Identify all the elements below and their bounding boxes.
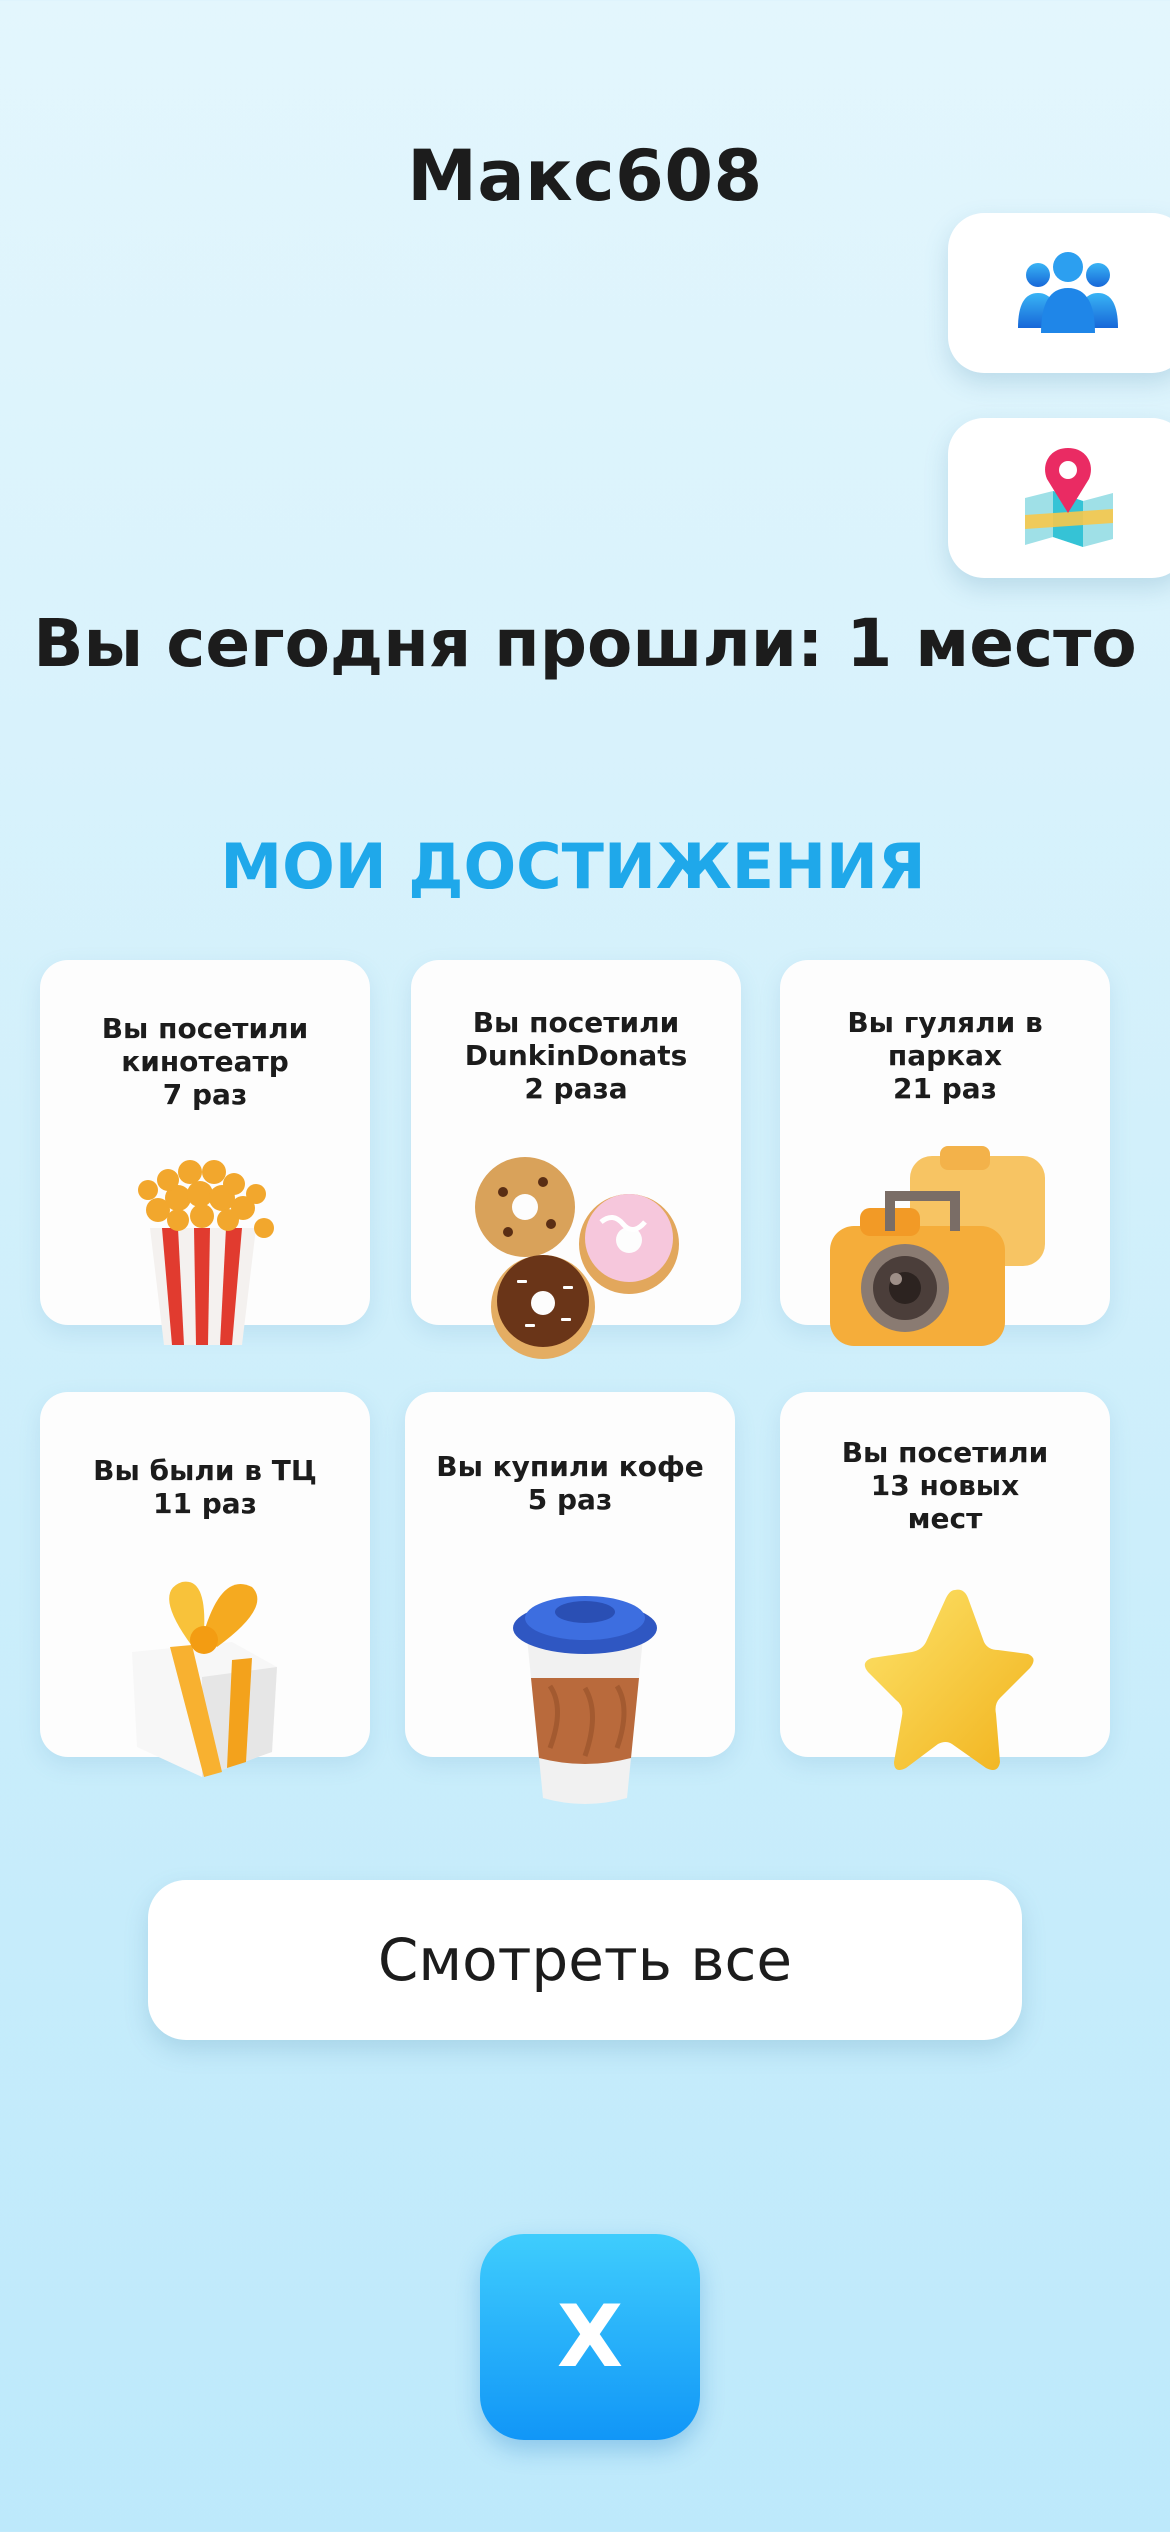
achievement-card-coffee[interactable]: Вы купили кофе 5 раз — [405, 1392, 735, 1804]
today-progress-text: Вы сегодня прошли: 1 место — [33, 605, 1137, 682]
achievement-text: Вы гуляли в парках 21 раз — [847, 1006, 1043, 1105]
map-button[interactable] — [948, 418, 1170, 578]
achievement-card-new-places[interactable]: Вы посетили 13 новых мест — [780, 1392, 1110, 1770]
camera-icon — [830, 1146, 1045, 1346]
map-pin-icon — [1025, 448, 1113, 547]
achievement-card-cinema[interactable]: Вы посетили кинотеатр 7 раз — [40, 960, 370, 1345]
achievement-text: Вы посетили кинотеатр 7 раз — [101, 1012, 309, 1111]
close-button[interactable]: X — [480, 2234, 700, 2440]
coffee-cup-icon — [513, 1596, 657, 1804]
achievement-card-mall[interactable]: Вы были в ТЦ 11 раз — [40, 1392, 370, 1777]
star-icon — [864, 1589, 1034, 1770]
see-all-button[interactable]: Смотреть все — [148, 1880, 1022, 2040]
achievement-text: Вы посетили 13 новых мест — [841, 1436, 1049, 1535]
gift-box-icon — [132, 1581, 277, 1777]
username-title: Макс608 — [407, 135, 763, 217]
achievements-title: МОИ ДОСТИЖЕНИЯ — [220, 830, 926, 903]
popcorn-icon — [138, 1160, 274, 1345]
donuts-icon — [475, 1157, 679, 1359]
friends-button[interactable] — [948, 213, 1170, 373]
achievement-card-donuts[interactable]: Вы посетили DunkinDonats 2 раза — [411, 960, 741, 1359]
achievement-text: Вы были в ТЦ 11 раз — [93, 1454, 317, 1520]
achievement-text: Вы посетили DunkinDonats 2 раза — [464, 1006, 688, 1105]
achievement-card-parks[interactable]: Вы гуляли в парках 21 раз — [780, 960, 1110, 1346]
achievement-text: Вы купили кофе 5 раз — [436, 1450, 704, 1516]
people-group-icon — [1018, 252, 1118, 333]
